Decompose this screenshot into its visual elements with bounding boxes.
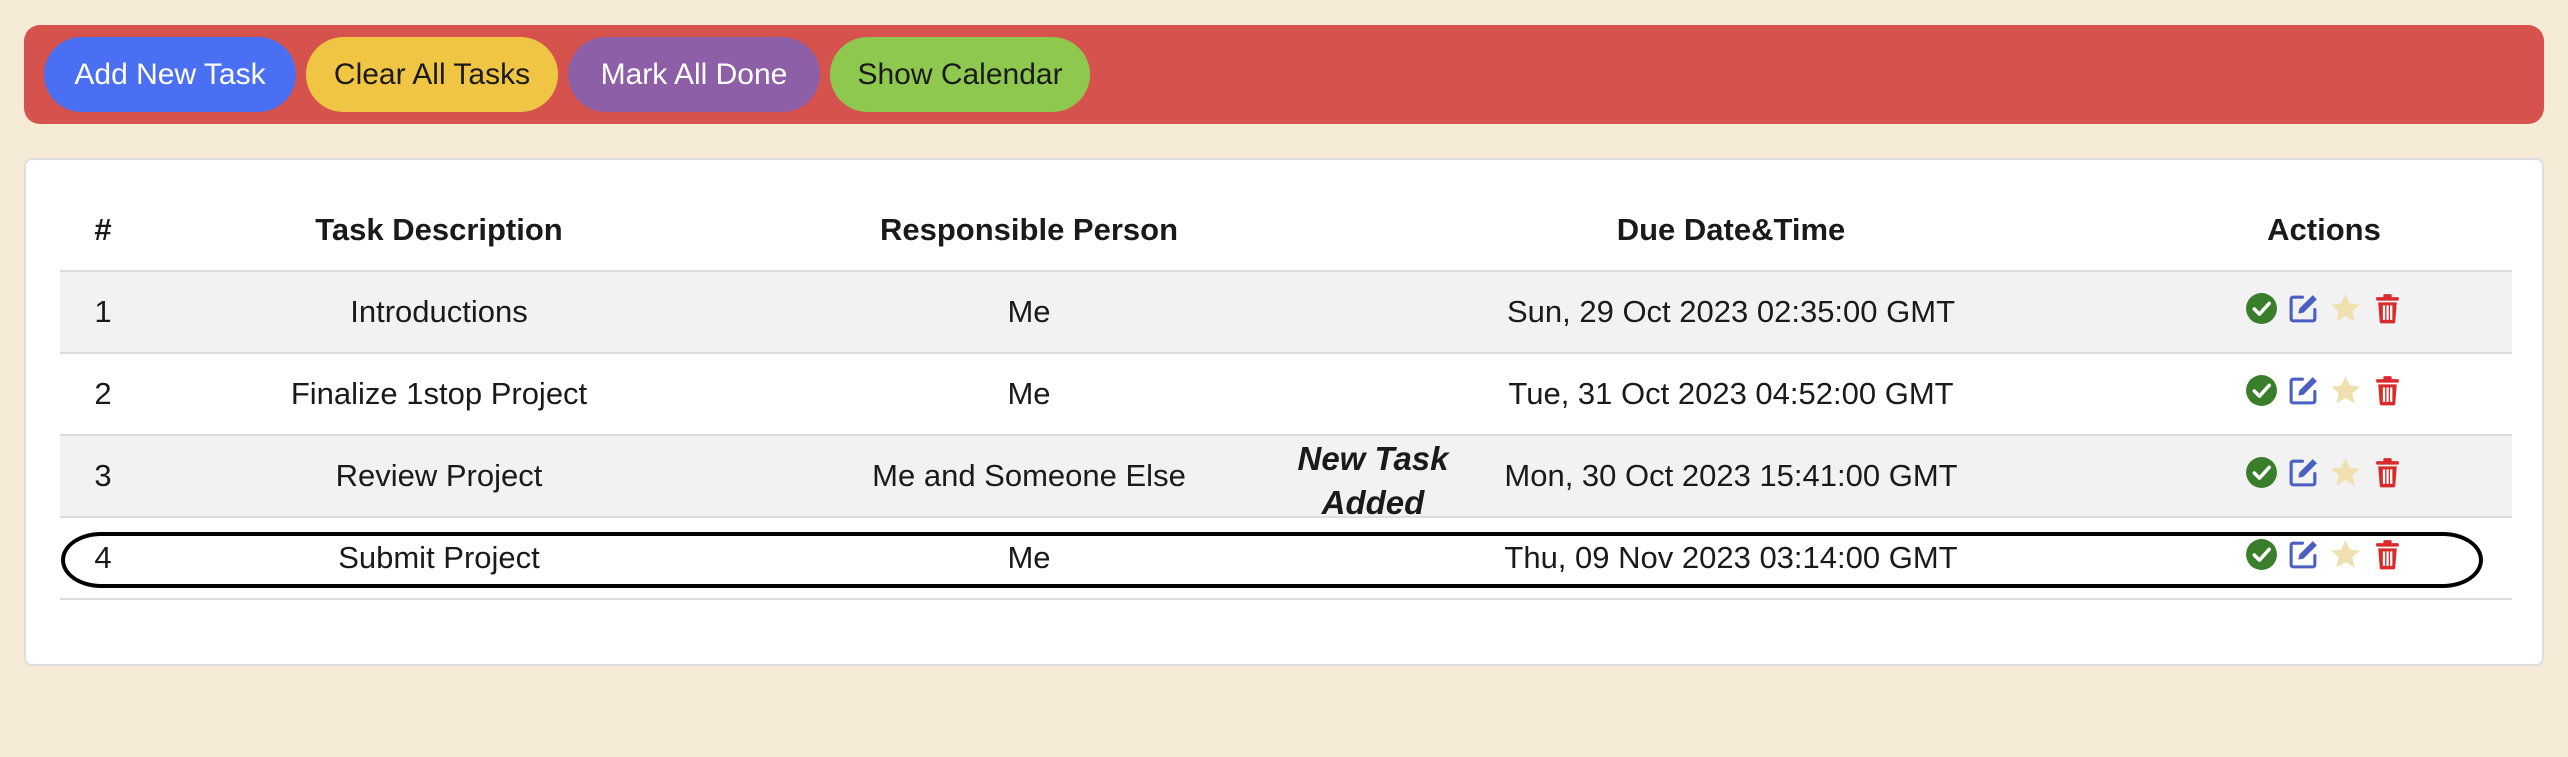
header-due-date: Due Date&Time: [1326, 190, 2136, 272]
mark-all-done-button[interactable]: Mark All Done: [568, 37, 820, 112]
table-row: 1 Introductions Me Sun, 29 Oct 2023 02:3…: [60, 271, 2512, 354]
responsible-person: Me: [732, 271, 1326, 354]
responsible-person: Me and Someone Else: [732, 435, 1326, 518]
row-actions: [2136, 353, 2512, 436]
table-row: 2 Finalize 1stop Project Me Tue, 31 Oct …: [60, 353, 2512, 436]
show-calendar-button[interactable]: Show Calendar: [830, 37, 1090, 112]
trash-icon[interactable]: [2371, 292, 2404, 325]
due-date: Sun, 29 Oct 2023 02:35:00 GMT: [1326, 271, 2136, 354]
header-task-description: Task Description: [146, 190, 732, 272]
star-icon[interactable]: [2329, 292, 2362, 325]
header-actions: Actions: [2136, 190, 2512, 272]
toolbar: Add New Task Clear All Tasks Mark All Do…: [24, 25, 2544, 124]
new-task-added-annotation: New Task Added: [1278, 437, 1468, 525]
row-actions: [2136, 435, 2512, 518]
edit-icon[interactable]: [2287, 292, 2320, 325]
table-header-row: # Task Description Responsible Person Du…: [60, 190, 2512, 272]
annotation-line: New Task: [1297, 440, 1449, 477]
clear-all-tasks-button[interactable]: Clear All Tasks: [306, 37, 558, 112]
check-circle-icon[interactable]: [2245, 292, 2278, 325]
row-number: 3: [60, 435, 146, 518]
edit-icon[interactable]: [2287, 456, 2320, 489]
add-new-task-button[interactable]: Add New Task: [44, 37, 296, 112]
annotation-line: Added: [1321, 484, 1425, 521]
check-circle-icon[interactable]: [2245, 456, 2278, 489]
task-description: Finalize 1stop Project: [146, 353, 732, 436]
star-icon[interactable]: [2329, 456, 2362, 489]
header-number: #: [60, 190, 146, 272]
trash-icon[interactable]: [2371, 456, 2404, 489]
star-icon[interactable]: [2329, 374, 2362, 407]
row-actions: [2136, 271, 2512, 354]
trash-icon[interactable]: [2371, 374, 2404, 407]
task-description: Review Project: [146, 435, 732, 518]
task-table-card: # Task Description Responsible Person Du…: [24, 158, 2544, 666]
header-responsible-person: Responsible Person: [732, 190, 1326, 272]
new-task-highlight-ring: [61, 532, 2483, 588]
check-circle-icon[interactable]: [2245, 374, 2278, 407]
row-number: 1: [60, 271, 146, 354]
row-number: 2: [60, 353, 146, 436]
responsible-person: Me: [732, 353, 1326, 436]
edit-icon[interactable]: [2287, 374, 2320, 407]
due-date: Tue, 31 Oct 2023 04:52:00 GMT: [1326, 353, 2136, 436]
task-description: Introductions: [146, 271, 732, 354]
